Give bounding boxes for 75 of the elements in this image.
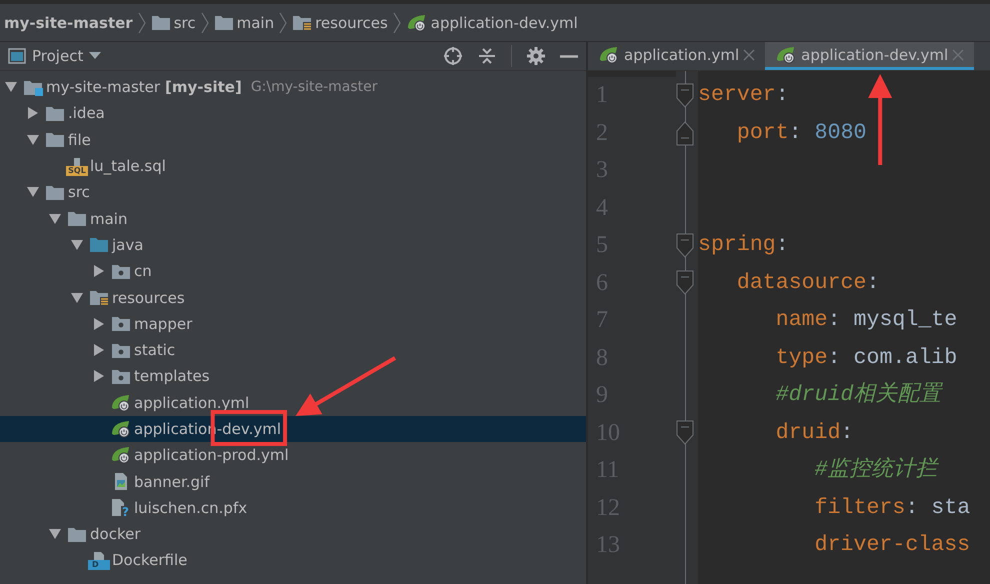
dropdown-arrow-icon — [89, 52, 102, 60]
code-text: spring: — [698, 233, 789, 257]
code-text: port: 8080 — [736, 120, 866, 144]
tree-item[interactable]: SQL lu_tale.sql — [0, 152, 586, 180]
tree-item[interactable]: static — [0, 336, 586, 364]
locate-icon — [443, 46, 463, 66]
tree-item[interactable]: cn — [0, 258, 586, 284]
leaf-gear-icon — [775, 46, 798, 64]
folder-icon — [150, 14, 171, 31]
leaf-gear-icon — [110, 420, 132, 438]
resources-folder-icon — [292, 14, 312, 31]
breadcrumb-item[interactable]: main — [214, 14, 274, 32]
tree-item[interactable]: src — [0, 179, 586, 206]
leaf-gear-icon — [110, 446, 132, 464]
leaf-gear-icon — [406, 14, 428, 32]
code-text: filters: sta — [814, 496, 970, 520]
tree-item[interactable]: ? luischen.cn.pfx — [0, 494, 586, 522]
source-folder-icon — [89, 236, 109, 254]
leaf-gear-icon — [598, 46, 620, 64]
minimize-button[interactable] — [560, 54, 578, 58]
folder-icon — [67, 210, 87, 228]
code-comment: #监控统计拦 — [814, 458, 938, 482]
breadcrumb-item[interactable]: resources — [292, 14, 388, 32]
minimize-icon — [560, 54, 578, 58]
collapse-button[interactable] — [477, 46, 497, 66]
folder-icon — [45, 131, 65, 148]
leaf-gear-icon — [110, 394, 132, 412]
chevron-icon — [200, 12, 210, 34]
code-text: server: — [698, 83, 789, 107]
code-text: druid: — [776, 420, 854, 444]
editor-tab[interactable]: application.yml — [588, 42, 766, 70]
package-folder-icon — [111, 262, 131, 280]
folder-icon — [45, 104, 65, 122]
chevron-icon — [136, 12, 147, 34]
tree-item[interactable]: application.yml — [0, 390, 586, 416]
tree-item[interactable]: application-prod.yml — [0, 442, 586, 468]
breadcrumb-item[interactable]: my-site-master — [4, 14, 133, 32]
tree-item[interactable]: main — [0, 205, 586, 232]
module-folder-icon — [23, 78, 43, 96]
tree-item[interactable]: my-site-master [my-site] G:\my-site-master — [0, 74, 586, 100]
collapse-icon — [477, 46, 497, 66]
image-file-icon — [113, 472, 129, 492]
editor-tab[interactable]: application-dev.yml — [765, 42, 974, 70]
chevron-icon — [278, 12, 288, 34]
project-view-dropdown[interactable]: Project — [8, 47, 102, 65]
folder-icon — [214, 14, 234, 31]
settings-icon — [526, 46, 546, 66]
code-text: type: com.alib — [776, 346, 958, 370]
tree-item[interactable]: banner.gif — [0, 468, 586, 495]
tree-item[interactable]: java — [0, 232, 586, 258]
folder-icon — [67, 526, 87, 543]
package-folder-icon — [111, 342, 131, 359]
tree-item[interactable]: mapper — [0, 310, 586, 337]
resources-folder-icon — [89, 289, 109, 306]
tree-item[interactable]: docker — [0, 521, 586, 548]
code-text: name: mysql_te — [776, 308, 958, 332]
locate-button[interactable] — [443, 46, 463, 66]
close-icon — [952, 48, 964, 60]
chevron-icon — [392, 12, 402, 34]
folder-icon — [45, 184, 65, 201]
package-folder-icon — [111, 315, 131, 332]
tree-item[interactable]: resources — [0, 284, 586, 311]
breadcrumb-item[interactable]: application-dev.yml — [406, 14, 578, 32]
window-icon — [8, 48, 26, 64]
tree-item[interactable]: .idea — [0, 100, 586, 127]
settings-button[interactable] — [526, 46, 546, 66]
breadcrumb-item[interactable]: src — [150, 14, 196, 32]
tree-item[interactable]: D Dockerfile — [0, 547, 586, 574]
package-folder-icon — [111, 368, 131, 385]
code-text: driver-class — [814, 533, 970, 557]
tree-item[interactable]: templates — [0, 363, 586, 390]
code-text: datasource: — [736, 270, 880, 294]
close-icon — [743, 48, 756, 60]
tree-item[interactable]: file — [0, 126, 586, 153]
code-comment: #druid相关配置 — [776, 383, 942, 407]
